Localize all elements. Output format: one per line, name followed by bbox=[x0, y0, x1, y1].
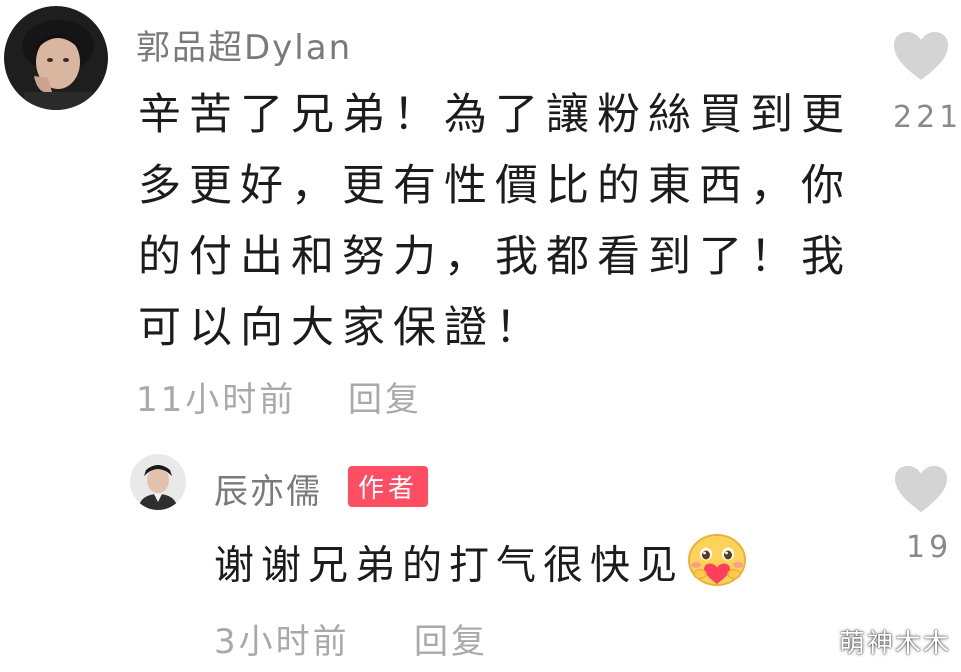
comment-text: 辛苦了兄弟！為了讓粉絲買到更 多更好，更有性價比的東西，你 的付出和努力，我都看… bbox=[138, 80, 852, 364]
comment-text-line: 的付出和努力，我都看到了！我 bbox=[138, 232, 852, 282]
comment-username[interactable]: 郭品超Dylan bbox=[136, 20, 352, 69]
avatar[interactable] bbox=[4, 6, 108, 110]
reply-timestamp: 3小时前 bbox=[214, 622, 350, 662]
heart-icon bbox=[895, 465, 947, 513]
like-button[interactable] bbox=[891, 30, 951, 82]
author-badge: 作者 bbox=[348, 466, 429, 507]
like-button[interactable] bbox=[891, 464, 951, 514]
reply-text-content: 谢谢兄弟的打气很快见 bbox=[214, 542, 684, 589]
comment-thread: 郭品超Dylan 辛苦了兄弟！為了讓粉絲買到更 多更好，更有性價比的東西，你 的… bbox=[0, 0, 961, 672]
comment-text-line: 多更好，更有性價比的東西，你 bbox=[138, 161, 852, 211]
comment-timestamp: 11小时前 bbox=[136, 380, 297, 420]
reply-button[interactable]: 回复 bbox=[414, 614, 488, 663]
reply-text: 谢谢兄弟的打气很快见 bbox=[214, 532, 748, 603]
like-count: 221 bbox=[893, 100, 961, 135]
blushing-heart-emoji-icon bbox=[686, 532, 748, 603]
heart-icon bbox=[894, 32, 948, 80]
reply-button[interactable]: 回复 bbox=[348, 372, 422, 421]
avatar[interactable] bbox=[130, 454, 186, 510]
like-count: 19 bbox=[906, 530, 953, 565]
watermark: 萌神木木 bbox=[838, 629, 951, 659]
comment-text-line: 辛苦了兄弟！為了讓粉絲買到更 bbox=[138, 90, 852, 140]
comment-text-line: 可以向大家保證！ bbox=[138, 303, 546, 353]
reply-username[interactable]: 辰亦儒 bbox=[214, 464, 322, 513]
